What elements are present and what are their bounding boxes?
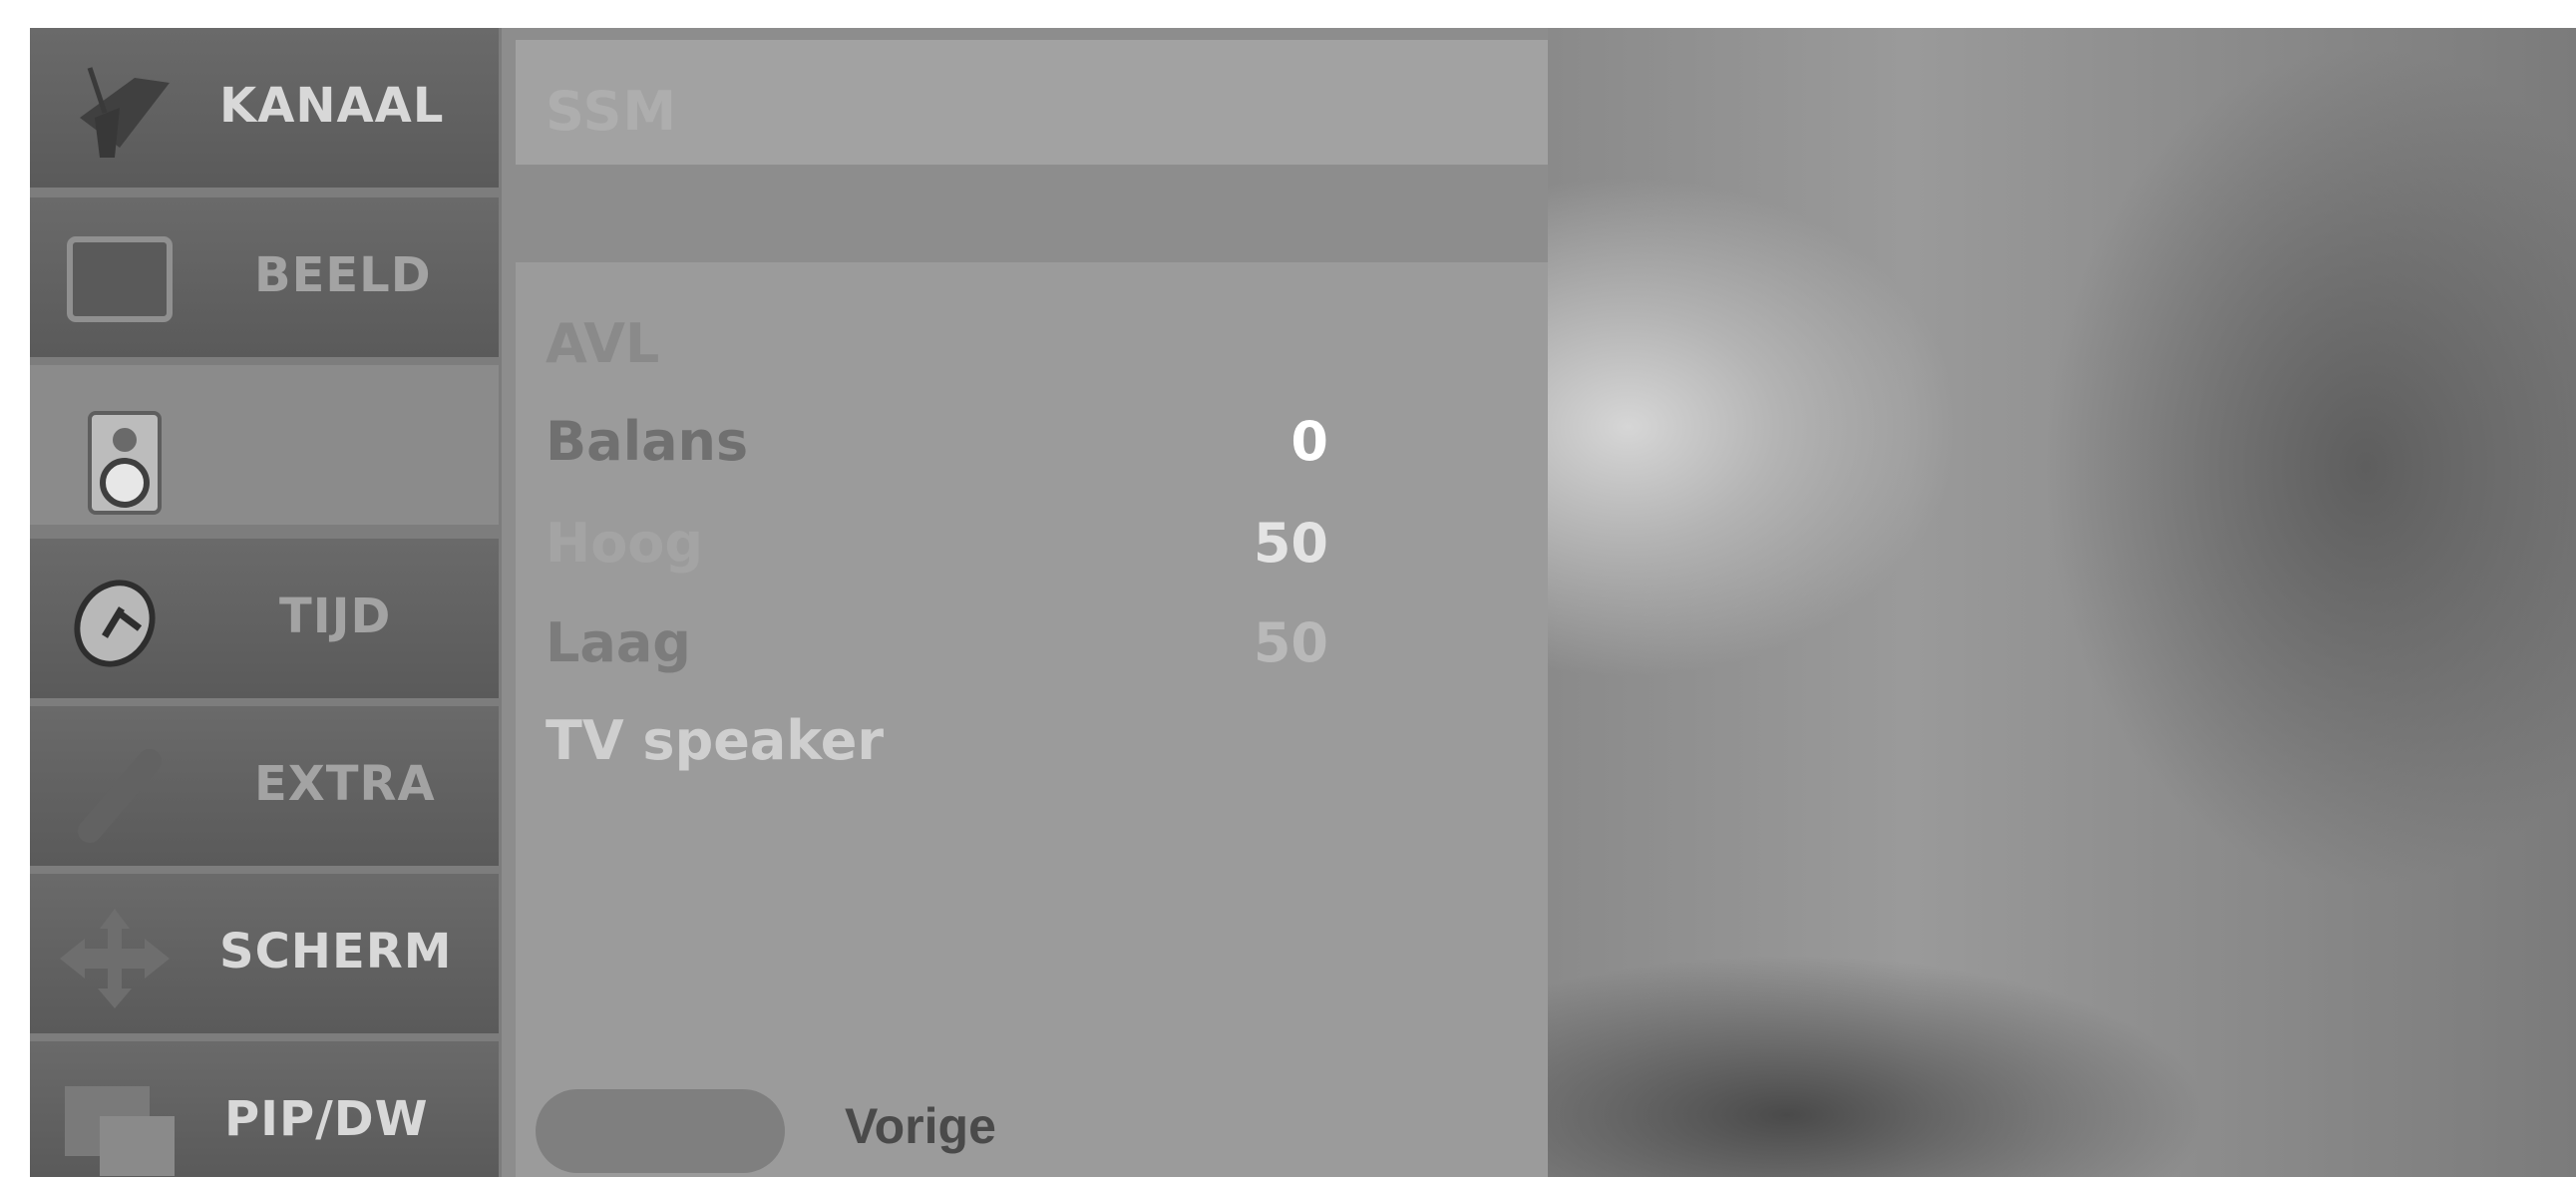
menu-item-extra[interactable]: EXTRA — [30, 706, 499, 866]
menu-item-tijd[interactable]: TIJD — [30, 539, 499, 698]
menu-label-pip-dw: PIP/DW — [224, 1091, 429, 1147]
ssm-option[interactable]: SSM — [516, 40, 1548, 165]
option-avl[interactable]: AVL — [546, 312, 1443, 382]
menu-label-extra: EXTRA — [254, 756, 436, 812]
option-hoog-label: Hoog — [546, 512, 704, 575]
option-balans-value: 0 — [1290, 410, 1328, 473]
option-balans-label: Balans — [546, 410, 749, 473]
background-picture — [1548, 28, 2576, 1177]
ssm-label: SSM — [546, 80, 678, 143]
tv-screen-icon — [67, 236, 173, 322]
extra-icon — [78, 749, 162, 843]
option-tv-speaker-label: TV speaker — [546, 709, 885, 772]
footer-bar: Vorige — [516, 1077, 1548, 1177]
option-hoog-value: 50 — [1253, 512, 1328, 575]
option-laag-label: Laag — [546, 611, 691, 674]
menu-item-kanaal[interactable]: KANAAL — [30, 28, 499, 188]
menu-item-pip-dw[interactable]: PIP/DW — [30, 1041, 499, 1177]
menu-label-beeld: BEELD — [254, 247, 432, 303]
vorige-button[interactable] — [536, 1089, 785, 1173]
satellite-dish-icon — [80, 67, 170, 158]
tv-osd-screen: KANAAL BEELD TIJD EXTRA SCHERM PIP/DW SS… — [30, 28, 2576, 1177]
menu-label-tijd: TIJD — [279, 588, 392, 644]
menu-label-kanaal: KANAAL — [219, 78, 445, 134]
sound-options-panel: AVL Balans 0 Hoog 50 Laag 50 TV speaker — [516, 262, 1548, 1095]
vorige-label: Vorige — [845, 1098, 996, 1154]
main-menu: KANAAL BEELD TIJD EXTRA SCHERM PIP/DW — [30, 28, 502, 1177]
option-laag[interactable]: Laag 50 — [546, 611, 1443, 681]
option-laag-value: 50 — [1253, 611, 1328, 674]
pip-windows-icon — [65, 1086, 175, 1176]
option-hoog[interactable]: Hoog 50 — [546, 512, 1443, 582]
option-balans[interactable]: Balans 0 — [546, 410, 1443, 480]
option-tv-speaker[interactable]: TV speaker — [546, 709, 1443, 779]
clock-icon — [74, 580, 156, 667]
arrows-move-icon — [60, 909, 170, 1008]
menu-item-geluid[interactable] — [30, 365, 499, 525]
menu-label-scherm: SCHERM — [219, 924, 453, 980]
menu-item-beeld[interactable]: BEELD — [30, 197, 499, 357]
speaker-icon — [88, 411, 162, 515]
menu-item-scherm[interactable]: SCHERM — [30, 874, 499, 1033]
option-avl-label: AVL — [546, 312, 660, 375]
